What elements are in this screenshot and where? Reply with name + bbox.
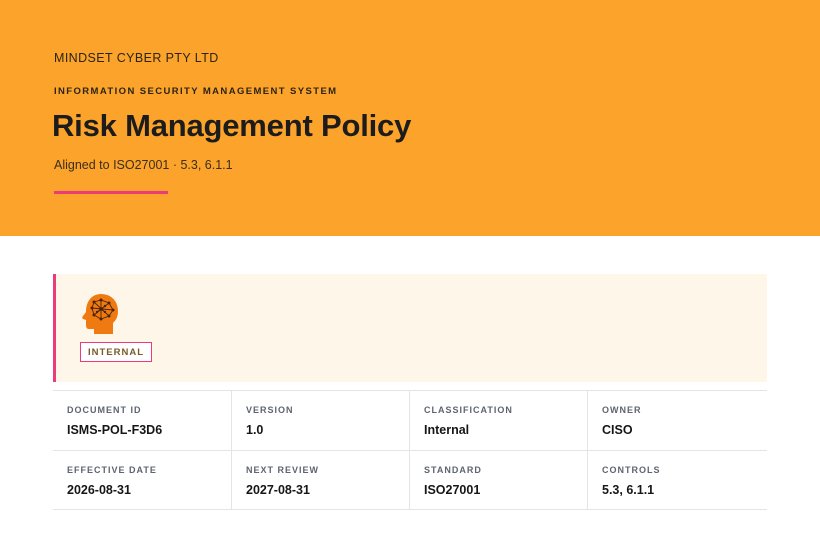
metadata-row: DOCUMENT ID ISMS-POL-F3D6 VERSION 1.0 CL… — [53, 391, 767, 450]
classification-badge: INTERNAL — [80, 342, 153, 362]
document-metadata-table: DOCUMENT ID ISMS-POL-F3D6 VERSION 1.0 CL… — [53, 390, 767, 510]
owner-cell: OWNER CISO — [587, 391, 767, 450]
metadata-row: EFFECTIVE DATE 2026-08-31 NEXT REVIEW 20… — [53, 450, 767, 509]
title-accent-bar — [54, 191, 168, 194]
effective-date-value: 2026-08-31 — [67, 483, 131, 497]
document-id-label: DOCUMENT ID — [67, 405, 142, 415]
standard-cell: STANDARD ISO27001 — [409, 451, 587, 509]
controls-cell: CONTROLS 5.3, 6.1.1 — [587, 451, 767, 509]
document-id-value: ISMS-POL-F3D6 — [67, 423, 163, 437]
controls-label: CONTROLS — [602, 465, 661, 475]
effective-date-cell: EFFECTIVE DATE 2026-08-31 — [53, 451, 231, 509]
owner-value: CISO — [602, 423, 633, 437]
version-label: VERSION — [246, 405, 294, 415]
standard-value: ISO27001 — [424, 483, 481, 497]
cover-header: MINDSET CYBER PTY LTD INFORMATION SECURI… — [0, 0, 820, 236]
classification-value: Internal — [424, 423, 470, 437]
classification-card: INTERNAL — [53, 274, 767, 382]
page-title: Risk Management Policy — [52, 108, 412, 143]
next-review-label: NEXT REVIEW — [246, 465, 320, 475]
owner-label: OWNER — [602, 405, 642, 415]
page-subtitle: Aligned to ISO27001 · 5.3, 6.1.1 — [54, 158, 233, 172]
version-value: 1.0 — [246, 423, 264, 437]
controls-value: 5.3, 6.1.1 — [602, 483, 655, 497]
classification-cell: CLASSIFICATION Internal — [409, 391, 587, 450]
standard-label: STANDARD — [424, 465, 482, 475]
company-name: MINDSET CYBER PTY LTD — [54, 51, 219, 65]
system-name: INFORMATION SECURITY MANAGEMENT SYSTEM — [54, 86, 338, 97]
classification-label: CLASSIFICATION — [424, 405, 513, 415]
next-review-cell: NEXT REVIEW 2027-08-31 — [231, 451, 409, 509]
document-id-cell: DOCUMENT ID ISMS-POL-F3D6 — [53, 391, 231, 450]
brain-head-icon — [82, 294, 118, 334]
effective-date-label: EFFECTIVE DATE — [67, 465, 157, 475]
version-cell: VERSION 1.0 — [231, 391, 409, 450]
next-review-value: 2027-08-31 — [246, 483, 310, 497]
